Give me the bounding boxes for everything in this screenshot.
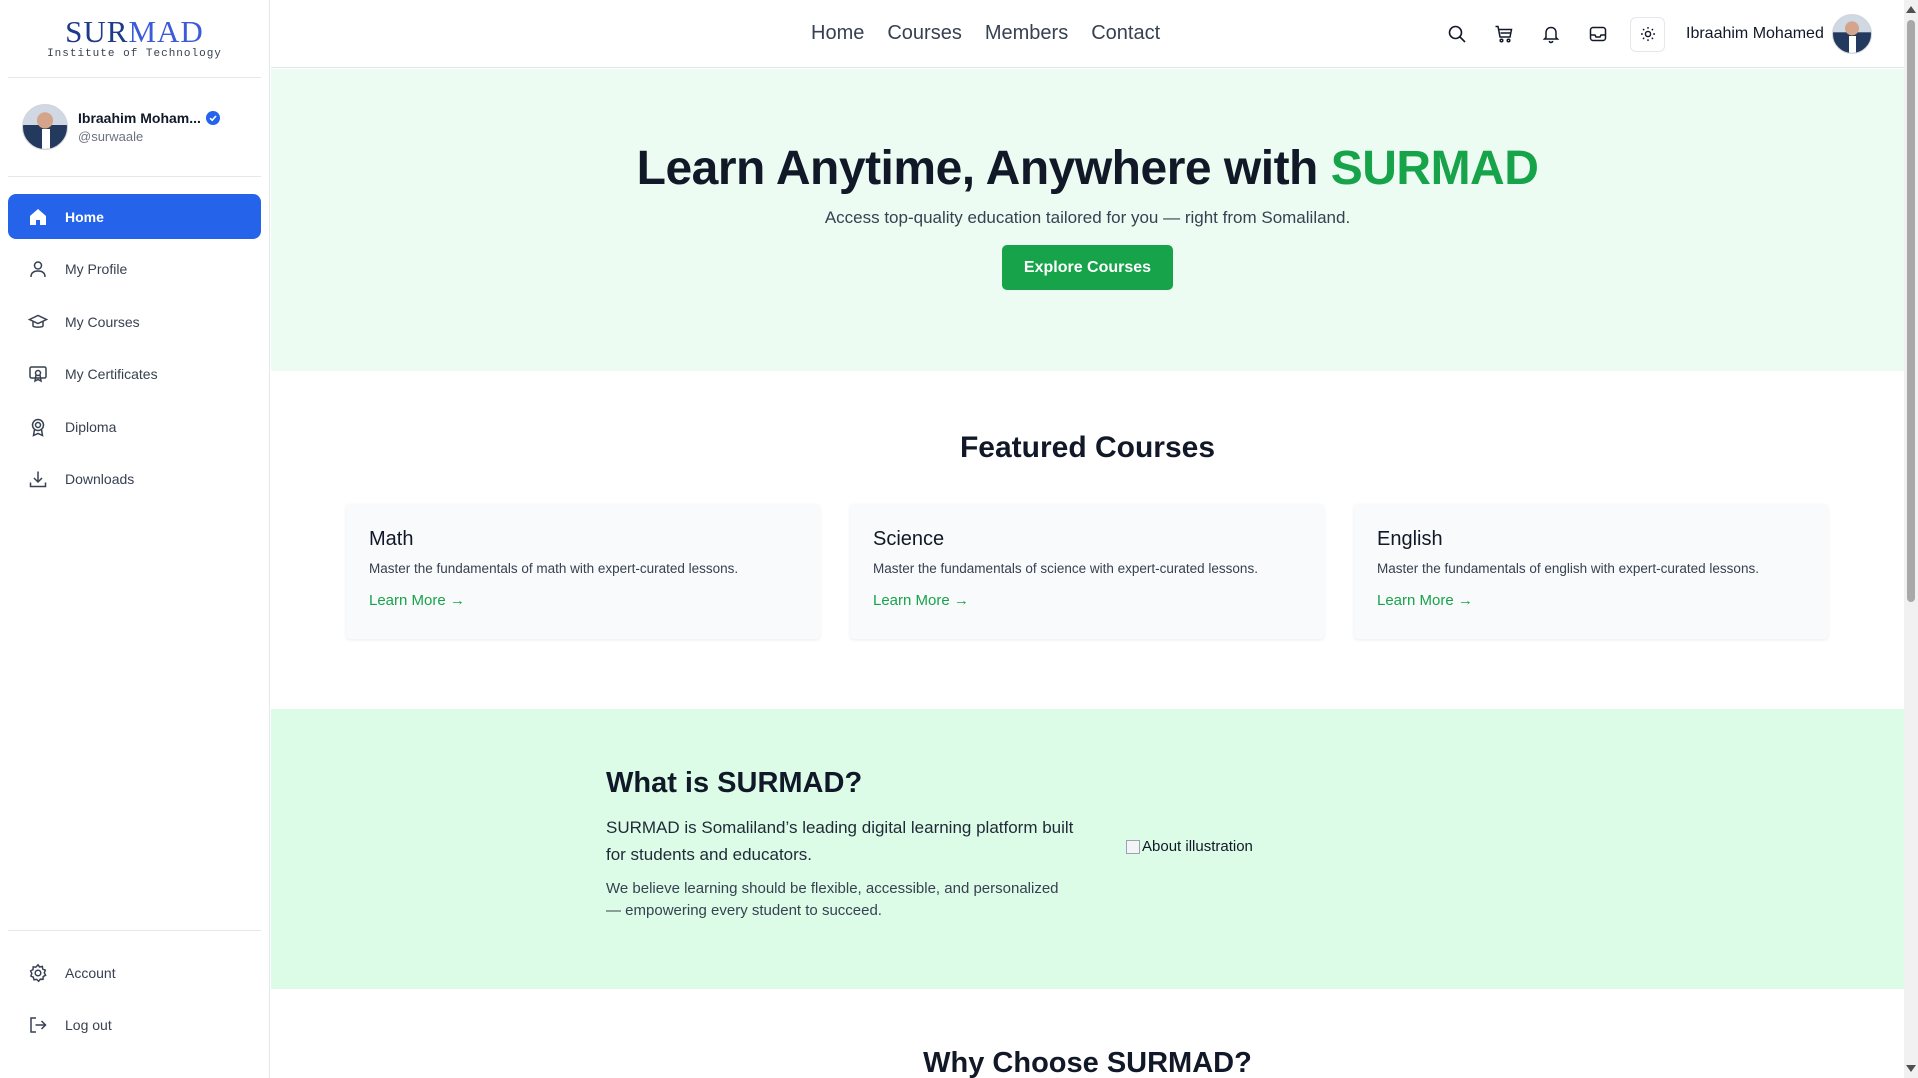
award-icon xyxy=(28,417,48,437)
course-cards: Math Master the fundamentals of math wit… xyxy=(346,504,1828,639)
about-illustration: About illustration xyxy=(1126,838,1253,855)
course-title: Math xyxy=(369,528,414,550)
sidebar-item-label: My Courses xyxy=(65,313,140,330)
about-illustration-alt: About illustration xyxy=(1142,838,1253,855)
sidebar-item-downloads[interactable]: Downloads xyxy=(8,457,261,502)
certificate-icon xyxy=(28,364,48,384)
sun-icon[interactable] xyxy=(1630,16,1665,52)
sidebar-item-home[interactable]: Home xyxy=(8,194,261,239)
logout-icon xyxy=(28,1015,48,1035)
sidebar-item-label: Account xyxy=(65,964,116,981)
user-name: Ibraahim Moham... xyxy=(78,110,201,126)
logo-subtitle: Institute of Technology xyxy=(47,48,222,60)
explore-courses-button[interactable]: Explore Courses xyxy=(1001,245,1174,290)
about-body: We believe learning should be flexible, … xyxy=(606,880,1059,919)
course-card: Math Master the fundamentals of math wit… xyxy=(346,504,820,639)
course-description: Master the fundamentals of math with exp… xyxy=(369,561,739,576)
sidebar: SURMAD Institute of Technology Ibraahim … xyxy=(0,0,270,1078)
sidebar-item-logout[interactable]: Log out xyxy=(8,1003,261,1048)
sidebar-item-label: Log out xyxy=(65,1017,112,1033)
course-card: Science Master the fundamentals of scien… xyxy=(850,504,1324,639)
sidebar-nav: Home My Profile My Courses My Certificat… xyxy=(0,177,269,502)
verified-icon xyxy=(205,111,220,125)
scroll-thumb[interactable] xyxy=(1907,20,1915,602)
nav-link-members[interactable]: Members xyxy=(985,22,1068,45)
logo-text-sur: SUR xyxy=(65,14,129,49)
sidebar-item-diploma[interactable]: Diploma xyxy=(8,404,261,449)
learn-more-link[interactable]: Learn More → xyxy=(369,592,465,609)
header-user-name: Ibraahim Mohamed xyxy=(1686,25,1824,42)
scroll-up-icon[interactable] xyxy=(1906,6,1916,13)
about-section: What is SURMAD? SURMAD is Somaliland’s l… xyxy=(271,709,1904,989)
header-user-menu[interactable]: Ibraahim Mohamed xyxy=(1686,14,1872,54)
learn-more-link[interactable]: Learn More → xyxy=(1377,592,1473,609)
course-title: Science xyxy=(873,528,945,550)
logo[interactable]: SURMAD Institute of Technology xyxy=(8,0,261,78)
hero-title: Learn Anytime, Anywhere with SURMAD xyxy=(271,141,1904,196)
hero-subtitle: Access top-quality education tailored fo… xyxy=(824,208,1351,227)
inbox-icon[interactable] xyxy=(1580,16,1616,52)
sidebar-item-label: Downloads xyxy=(65,471,135,487)
search-icon[interactable] xyxy=(1439,16,1475,52)
course-card: English Master the fundamentals of engli… xyxy=(1354,504,1828,639)
download-icon xyxy=(28,469,48,489)
bell-icon[interactable] xyxy=(1533,16,1569,52)
user-handle: @surwaale xyxy=(78,129,144,144)
logo-text-mad: MAD xyxy=(128,14,204,49)
featured-courses-section: Featured Courses Math Master the fundame… xyxy=(271,371,1904,709)
nav-link-home[interactable]: Home xyxy=(811,22,864,45)
learn-more-link[interactable]: Learn More → xyxy=(873,592,969,609)
course-description: Master the fundamentals of english with … xyxy=(1377,561,1759,576)
sidebar-item-label: Diploma xyxy=(65,418,117,435)
about-title: What is SURMAD? xyxy=(606,767,863,799)
header-actions xyxy=(1439,16,1665,52)
course-title: English xyxy=(1377,528,1443,550)
scroll-down-icon[interactable] xyxy=(1906,1065,1916,1072)
sidebar-item-account[interactable]: Account xyxy=(8,950,261,995)
sidebar-item-label: My Certificates xyxy=(65,366,158,382)
page-scrollbar[interactable] xyxy=(1904,0,1918,1078)
user-card[interactable]: Ibraahim Moham... @surwaale xyxy=(8,78,261,177)
sidebar-item-label: My Profile xyxy=(65,261,128,277)
sidebar-item-label: Home xyxy=(65,208,104,225)
graduation-cap-icon xyxy=(28,312,48,332)
gear-icon xyxy=(28,963,48,983)
sidebar-bottom: Account Log out xyxy=(8,930,261,1055)
home-icon xyxy=(28,207,48,227)
cart-icon[interactable] xyxy=(1486,16,1522,52)
broken-image-icon xyxy=(1126,839,1140,854)
nav-link-courses[interactable]: Courses xyxy=(887,22,961,45)
hero-title-brand: SURMAD xyxy=(1330,142,1539,195)
avatar xyxy=(1831,14,1872,54)
about-lead: SURMAD is Somaliland’s leading digital l… xyxy=(606,818,1074,864)
hero-title-text: Learn Anytime, Anywhere with xyxy=(636,142,1331,195)
hero-section: Learn Anytime, Anywhere with SURMAD Acce… xyxy=(271,69,1904,371)
sidebar-item-my-courses[interactable]: My Courses xyxy=(8,299,261,344)
top-nav: Home Courses Members Contact xyxy=(811,22,1160,45)
why-section: Why Choose SURMAD? xyxy=(271,989,1904,1078)
top-header: Home Courses Members Contact Ibraahim Mo… xyxy=(271,0,1904,68)
featured-courses-title: Featured Courses xyxy=(959,431,1216,464)
sidebar-item-my-certificates[interactable]: My Certificates xyxy=(8,352,261,397)
why-title: Why Choose SURMAD? xyxy=(923,1047,1252,1078)
sidebar-item-my-profile[interactable]: My Profile xyxy=(8,247,261,292)
course-description: Master the fundamentals of science with … xyxy=(873,561,1258,576)
nav-link-contact[interactable]: Contact xyxy=(1091,22,1160,45)
avatar xyxy=(22,104,68,150)
user-icon xyxy=(28,259,48,279)
main-content: Learn Anytime, Anywhere with SURMAD Acce… xyxy=(271,69,1904,1078)
